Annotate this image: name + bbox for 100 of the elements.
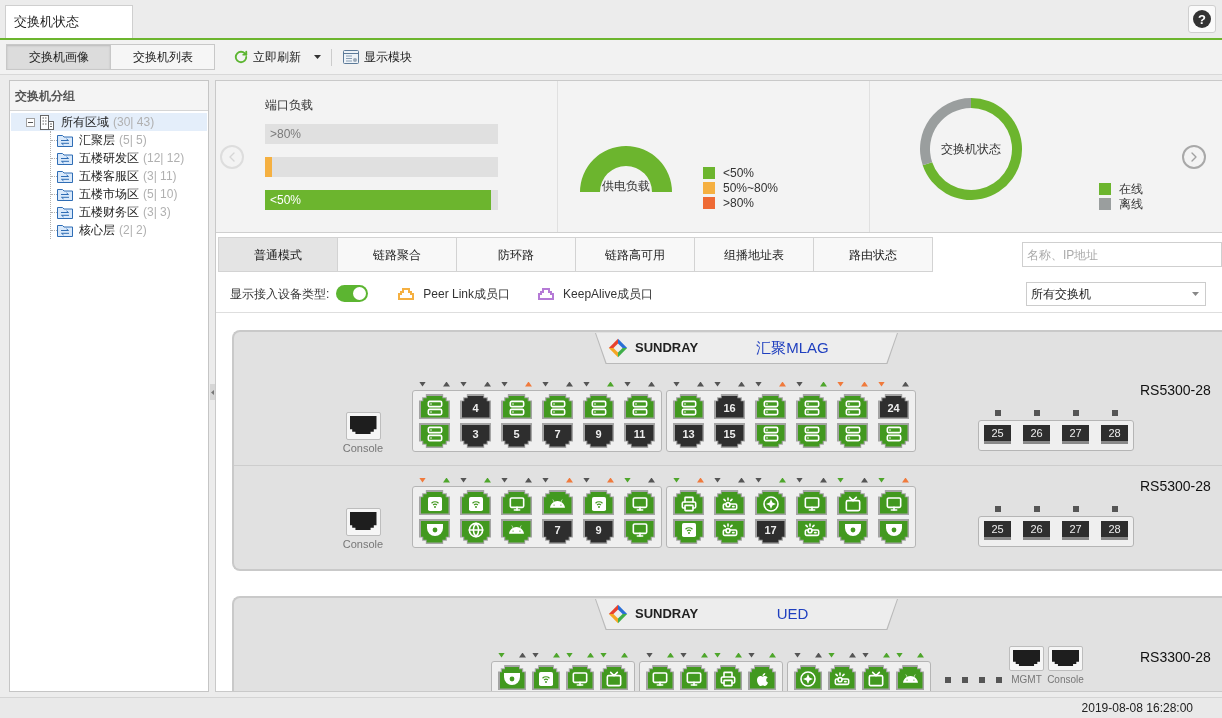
sfp-port[interactable]: 28: [1101, 521, 1128, 540]
sfp-port[interactable]: 28: [1101, 425, 1128, 444]
ethernet-port[interactable]: 15: [714, 423, 745, 448]
ethernet-port[interactable]: 9: [583, 423, 614, 448]
server-icon: [631, 400, 648, 416]
timestamp: 2019-08-08 16:28:00: [1081, 700, 1193, 717]
modules-button[interactable]: 显示模块: [343, 48, 412, 66]
switch-select[interactable]: 所有交换机: [1026, 281, 1206, 306]
tree-item[interactable]: 五楼市场区 (5| 10): [51, 185, 207, 203]
ethernet-port[interactable]: 24: [878, 394, 909, 419]
ethernet-port[interactable]: 13: [673, 423, 704, 448]
bar-label: >80%: [270, 127, 302, 141]
ethernet-port[interactable]: 5: [501, 423, 532, 448]
next-button[interactable]: [1182, 144, 1206, 169]
ethernet-port[interactable]: 9: [583, 519, 614, 544]
tree-item[interactable]: 汇聚层 (5| 5): [51, 131, 207, 149]
building-icon: [39, 114, 55, 130]
tv-icon: [868, 671, 884, 687]
console-port[interactable]: [345, 412, 381, 440]
dome-camera-icon: [844, 523, 861, 537]
printer-icon: [680, 496, 697, 512]
console-port[interactable]: [345, 508, 381, 536]
collapse-handle[interactable]: [209, 384, 215, 400]
ethernet-port[interactable]: [1048, 646, 1083, 671]
server-icon: [803, 400, 820, 416]
sfp-port[interactable]: 25: [984, 425, 1011, 444]
folder-icon: [57, 187, 73, 201]
sfp-port[interactable]: 27: [1062, 521, 1089, 540]
section-title: 端口负载: [265, 97, 313, 113]
server-icon: [844, 426, 861, 442]
window-grid-icon: [343, 50, 359, 64]
view-button[interactable]: 交换机画像: [6, 44, 111, 70]
expander-icon[interactable]: [26, 117, 35, 127]
port-label: Console: [342, 442, 384, 455]
ethernet-port[interactable]: 3: [460, 423, 491, 448]
status-led-icon: [994, 506, 1001, 512]
ethernet-port[interactable]: 7: [542, 423, 573, 448]
server-icon: [680, 400, 697, 416]
ethernet-port[interactable]: 4: [460, 394, 491, 419]
toggle-switch[interactable]: [336, 285, 369, 302]
tree-item[interactable]: 五楼客服区 (3| 11): [51, 167, 207, 185]
model-name: RS5300-28: [1140, 478, 1211, 494]
port-label: MGMT: [1011, 674, 1042, 686]
ethernet-port[interactable]: [1009, 646, 1044, 671]
folder-icon: [57, 205, 73, 219]
status-led-icon: [979, 677, 985, 683]
page-tab[interactable]: 交换机状态: [5, 5, 133, 38]
dome-camera-icon: [504, 672, 520, 686]
refresh-button[interactable]: 立即刷新: [234, 48, 301, 66]
mode-tab[interactable]: 链路高可用: [575, 237, 695, 272]
mode-tab[interactable]: 组播地址表: [694, 237, 814, 272]
globe-icon: [467, 522, 484, 538]
folder-icon: [57, 151, 73, 165]
server-icon: [762, 400, 779, 416]
legend-label: >80%: [723, 195, 755, 210]
tree-item[interactable]: 所有区域 (30| 43): [11, 113, 207, 131]
monitor-icon: [631, 496, 648, 512]
sfp-port[interactable]: 27: [1062, 425, 1089, 444]
sfp-port[interactable]: 26: [1023, 521, 1050, 540]
mode-tab[interactable]: 防环路: [456, 237, 576, 272]
status-led-icon: [1111, 410, 1118, 416]
folder-icon: [57, 169, 73, 183]
pinwheel-icon: [607, 603, 629, 625]
port-label: Console: [342, 538, 384, 551]
projector-icon: [834, 671, 850, 687]
mode-tab[interactable]: 链路聚合: [337, 237, 457, 272]
server-icon: [762, 426, 779, 442]
tree-item[interactable]: 五楼财务区 (3| 3): [51, 203, 207, 221]
refresh-icon: [234, 50, 248, 64]
sidebar-title: 交换机分组: [10, 81, 208, 111]
server-icon: [508, 400, 525, 416]
port-label: Console: [1047, 674, 1084, 686]
wifi-icon: [427, 497, 442, 511]
apple-icon: [754, 671, 770, 687]
search-field[interactable]: 名称、IP地址: [1022, 242, 1222, 267]
ethernet-port[interactable]: 16: [714, 394, 745, 419]
tree-item[interactable]: 核心层 (2| 2): [51, 221, 207, 239]
mode-tab[interactable]: 路由状态: [813, 237, 933, 272]
ethernet-port[interactable]: 11: [624, 423, 655, 448]
tree-item[interactable]: 五楼研发区 (12| 12): [51, 149, 207, 167]
monitor-icon: [803, 496, 820, 512]
help-button[interactable]: ?: [1188, 5, 1216, 33]
brand-name: SUNDRAY: [635, 339, 699, 358]
brand-name: SUNDRAY: [635, 605, 699, 624]
model-name: RS3300-28: [1140, 649, 1211, 665]
sfp-port[interactable]: 25: [984, 521, 1011, 540]
ethernet-port[interactable]: 17: [755, 519, 786, 544]
mode-tab[interactable]: 普通模式: [218, 237, 338, 272]
status-led-icon: [996, 677, 1002, 683]
legend-label: 在线: [1119, 181, 1143, 196]
monitor-icon: [572, 671, 588, 687]
caret-icon[interactable]: [314, 55, 321, 59]
ethernet-port[interactable]: 7: [542, 519, 573, 544]
server-icon: [885, 426, 902, 442]
status-led-icon: [1111, 506, 1118, 512]
caret-icon: [1192, 291, 1199, 296]
sfp-port[interactable]: 26: [1023, 425, 1050, 444]
monitor-icon: [508, 496, 525, 512]
group-name: 汇聚MLAG: [756, 337, 829, 358]
view-button[interactable]: 交换机列表: [110, 44, 215, 70]
